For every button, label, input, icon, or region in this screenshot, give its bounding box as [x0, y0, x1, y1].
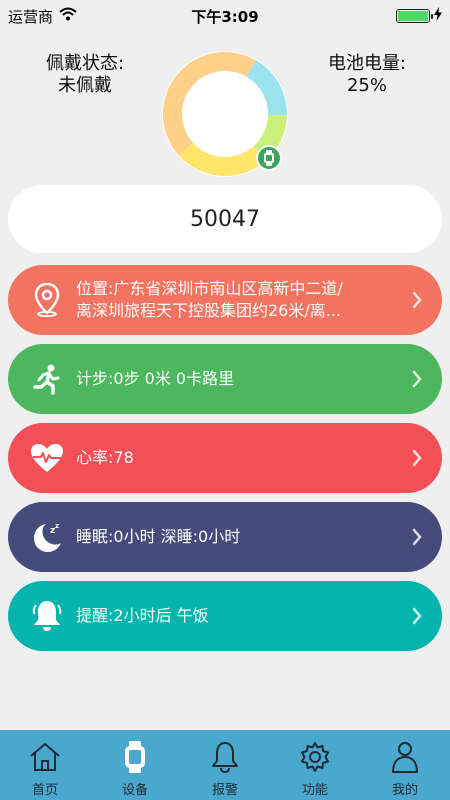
- tab-bar: 首页 设备 报警 功能 我的: [0, 730, 450, 800]
- moon-sleep-icon: z z: [30, 520, 64, 554]
- battery-status-label: 电池电量:: [327, 53, 407, 74]
- device-number: 50047: [190, 206, 260, 232]
- svg-text:z: z: [55, 522, 59, 530]
- home-icon: [29, 739, 61, 775]
- person-icon: [389, 739, 421, 775]
- sleep-row[interactable]: z z 睡眠:0小时 深睡:0小时: [8, 502, 442, 572]
- battery-status-value: 25%: [346, 75, 387, 96]
- charging-icon: [434, 7, 442, 25]
- chevron-right-icon: [408, 370, 426, 388]
- bell-icon: [30, 599, 64, 633]
- wear-status: 佩戴状态: 未佩戴: [40, 53, 130, 97]
- chevron-right-icon: [408, 528, 426, 546]
- tab-alarm[interactable]: 报警: [180, 730, 270, 800]
- donut-center: [183, 72, 267, 156]
- tab-profile[interactable]: 我的: [360, 730, 450, 800]
- tab-label: 报警: [211, 783, 238, 798]
- wifi-icon: [59, 7, 77, 25]
- status-bar: 运营商 下午3:09: [0, 0, 450, 32]
- status-left: 运营商: [0, 6, 77, 27]
- location-line-1: 位置:广东省深圳市南山区高新中二道/: [76, 279, 343, 298]
- heart-rate-icon: [30, 441, 64, 475]
- heart-rate-text: 心率:78: [76, 448, 134, 467]
- carrier-label: 运营商: [8, 7, 54, 26]
- tab-label: 设备: [121, 783, 148, 798]
- steps-row[interactable]: 计步:0步 0米 0卡路里: [8, 344, 442, 414]
- reminder-text: 提醒:2小时后 午饭: [76, 606, 209, 625]
- watch-icon: [119, 739, 151, 775]
- wear-status-value: 未佩戴: [58, 75, 112, 96]
- wear-status-label: 佩戴状态:: [45, 53, 125, 74]
- status-right: [396, 7, 450, 25]
- tab-label: 功能: [301, 783, 328, 798]
- chevron-right-icon: [408, 607, 426, 625]
- tab-device[interactable]: 设备: [90, 730, 180, 800]
- battery-icon: [396, 9, 433, 23]
- battery-fill: [398, 11, 428, 21]
- steps-text: 计步:0步 0米 0卡路里: [76, 369, 235, 388]
- runner-icon: [30, 362, 64, 396]
- tab-label: 我的: [391, 783, 418, 798]
- tab-home[interactable]: 首页: [0, 730, 90, 800]
- chevron-right-icon: [408, 449, 426, 467]
- heart-rate-row[interactable]: 心率:78: [8, 423, 442, 493]
- location-row[interactable]: 位置:广东省深圳市南山区高新中二道/ 离深圳旅程天下控股集团约26米/离...: [8, 265, 442, 335]
- location-pin-icon: [30, 283, 64, 317]
- tab-functions[interactable]: 功能: [270, 730, 360, 800]
- reminder-row[interactable]: 提醒:2小时后 午饭: [8, 581, 442, 651]
- bell-icon: [209, 739, 241, 775]
- location-text: 位置:广东省深圳市南山区高新中二道/ 离深圳旅程天下控股集团约26米/离...: [76, 278, 400, 322]
- watch-badge-icon[interactable]: [256, 145, 282, 171]
- device-number-card[interactable]: 50047: [8, 185, 442, 253]
- location-line-2: 离深圳旅程天下控股集团约26米/离...: [76, 301, 342, 320]
- tab-label: 首页: [31, 783, 58, 798]
- battery-status: 电池电量: 25%: [317, 53, 417, 97]
- sleep-text: 睡眠:0小时 深睡:0小时: [76, 527, 241, 546]
- chevron-right-icon: [408, 291, 426, 309]
- gear-icon: [299, 739, 331, 775]
